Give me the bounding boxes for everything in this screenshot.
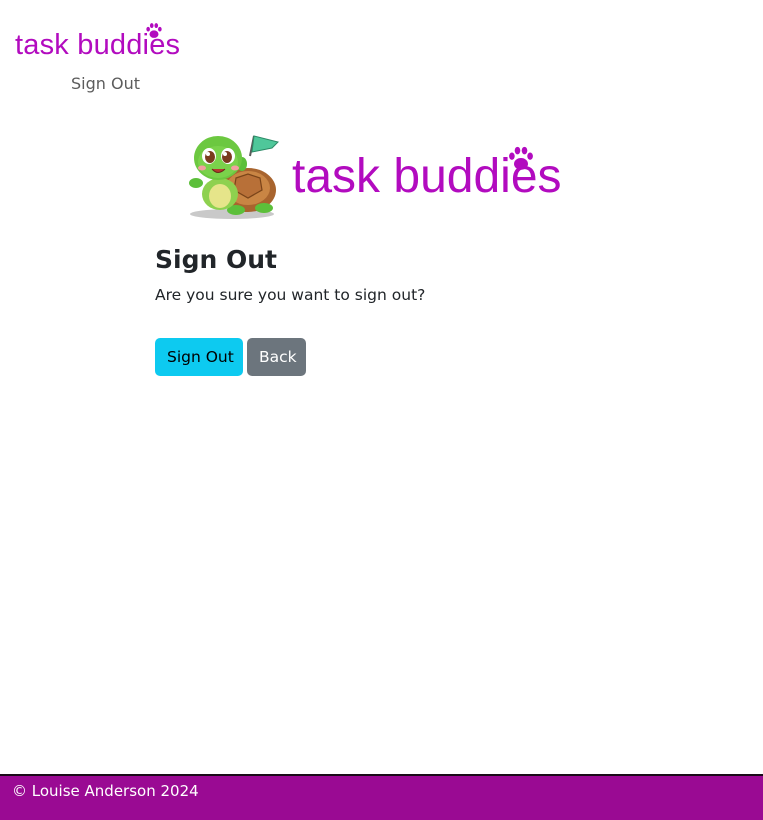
page-title: Sign Out bbox=[155, 245, 277, 274]
sign-out-confirm-text: Are you sure you want to sign out? bbox=[155, 286, 426, 304]
sign-out-button[interactable]: Sign Out bbox=[155, 338, 243, 376]
back-button[interactable]: Back bbox=[247, 338, 306, 376]
hero-logo: task buddies bbox=[180, 128, 580, 220]
navbar-brand[interactable]: task buddies bbox=[15, 23, 180, 63]
paw-icon bbox=[146, 23, 162, 38]
nav-link-sign-out[interactable]: Sign Out bbox=[71, 74, 140, 94]
footer-copyright: © Louise Anderson 2024 bbox=[12, 782, 199, 800]
paw-icon bbox=[509, 146, 533, 170]
turtle-mascot-image bbox=[189, 135, 279, 219]
footer: © Louise Anderson 2024 bbox=[0, 774, 763, 820]
